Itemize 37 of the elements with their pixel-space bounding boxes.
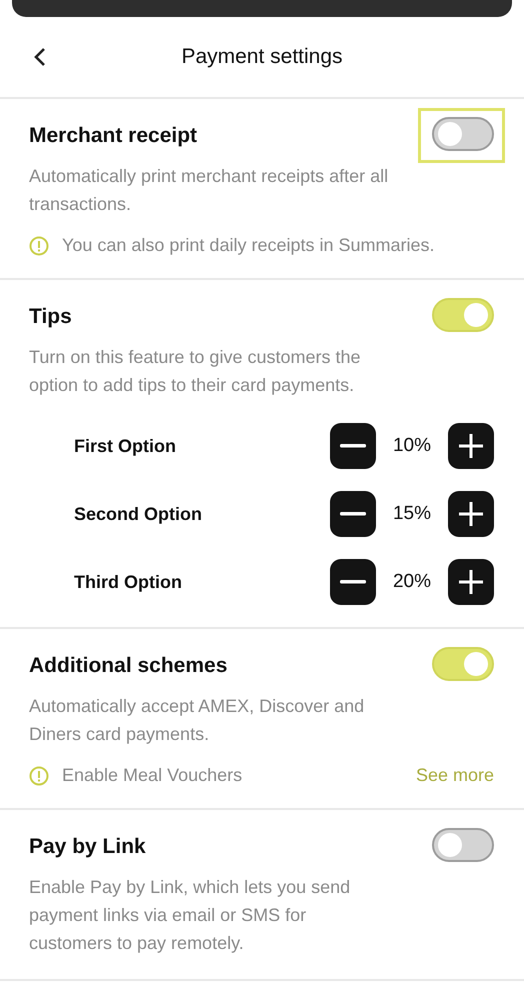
option-label: Second Option	[74, 504, 203, 524]
plus-icon	[459, 570, 483, 594]
minus-icon	[340, 444, 366, 448]
section-description: Automatically accept AMEX, Discover and Diners card payments.	[29, 695, 366, 746]
back-icon[interactable]	[32, 47, 48, 67]
section-title: Tips	[29, 304, 72, 328]
increase-button[interactable]	[448, 423, 494, 469]
section-description: Turn on this feature to give customers the option to add tips to their card payments.	[29, 346, 362, 397]
plus-icon	[459, 502, 483, 526]
section-description: Enable Pay by Link, which lets you send payment links via email or SMS for customers to pay remotely.	[29, 876, 352, 955]
info-icon	[29, 236, 49, 256]
note-text: Enable Meal Vouchers	[62, 765, 244, 786]
plus-icon	[459, 434, 483, 458]
section-title: Merchant receipt	[29, 124, 198, 148]
toggle-switch[interactable]	[432, 647, 494, 681]
decrease-button[interactable]	[330, 491, 376, 537]
increase-button[interactable]	[448, 491, 494, 537]
section-title: Additional schemes	[29, 654, 228, 678]
option-value: 10%	[392, 435, 432, 457]
see-more-link[interactable]: See more	[416, 765, 494, 786]
info-icon	[29, 766, 49, 786]
toggle-switch[interactable]	[432, 117, 494, 151]
increase-button[interactable]	[448, 559, 494, 605]
option-label: First Option	[74, 436, 177, 456]
decrease-button[interactable]	[330, 559, 376, 605]
minus-icon	[340, 512, 366, 516]
note-text: You can also print daily receipts in Summaries.	[62, 235, 436, 256]
toggle-switch[interactable]	[432, 828, 494, 862]
option-label: Third Option	[74, 572, 183, 592]
option-value: 20%	[392, 571, 432, 593]
toggle-switch[interactable]	[432, 298, 494, 332]
decrease-button[interactable]	[330, 423, 376, 469]
section-title: Pay by Link	[29, 834, 146, 858]
minus-icon	[340, 580, 366, 584]
page-title: Payment settings	[180, 45, 344, 69]
option-value: 15%	[392, 503, 432, 525]
section-description: Automatically print merchant receipts after all transactions.	[29, 165, 389, 216]
